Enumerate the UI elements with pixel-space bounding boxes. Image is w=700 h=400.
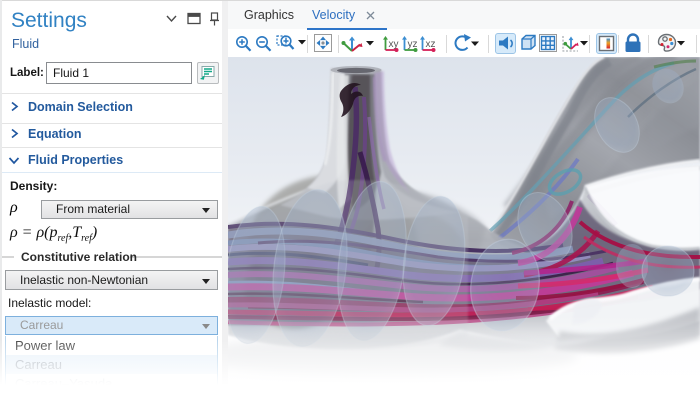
svg-text:xz: xz <box>426 39 436 50</box>
svg-text:yz: yz <box>408 39 418 50</box>
svg-text:xy: xy <box>389 39 399 50</box>
